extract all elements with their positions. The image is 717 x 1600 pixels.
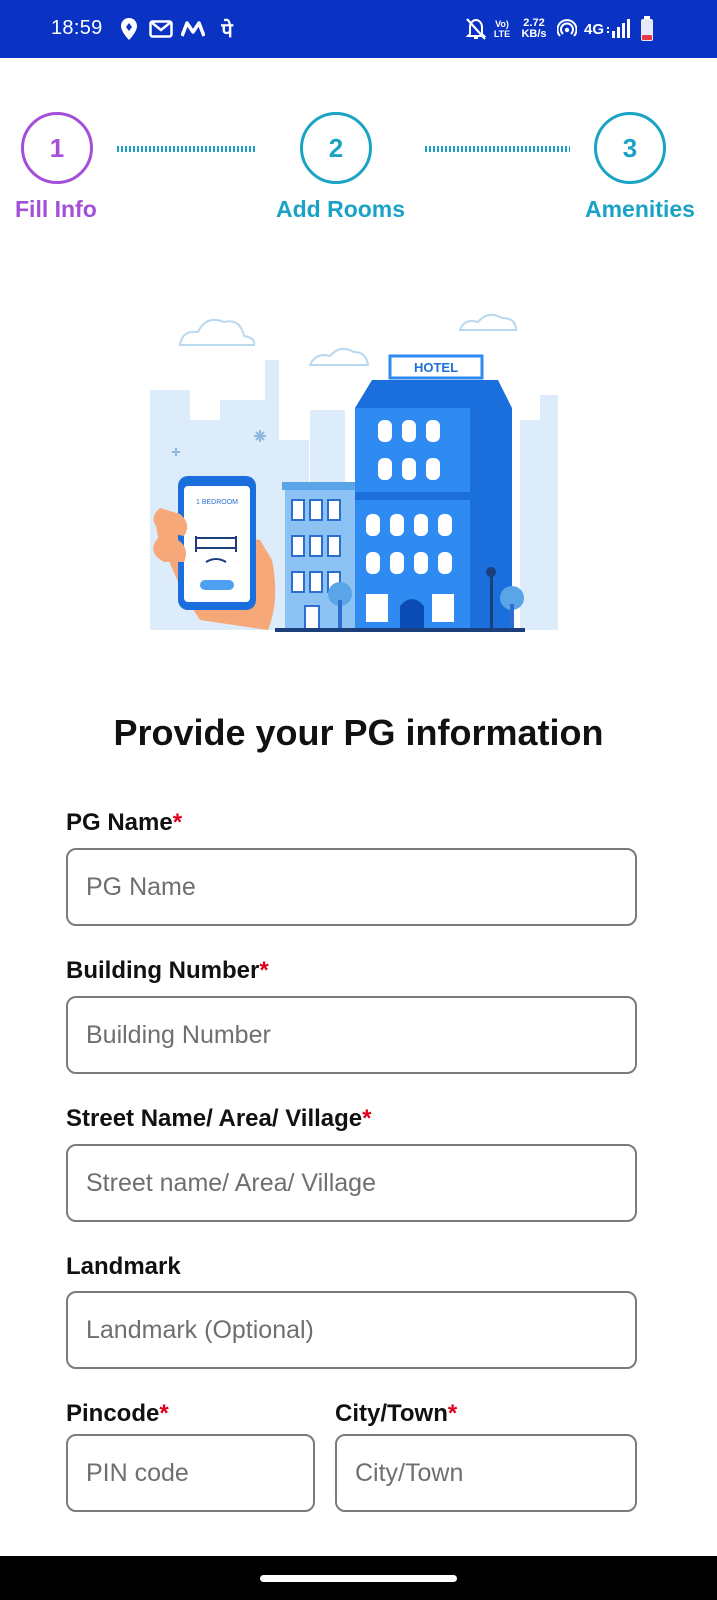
city-town-input[interactable] (335, 1434, 637, 1512)
navigation-bar (0, 1556, 717, 1600)
step-3-circle[interactable]: 3 (594, 112, 666, 184)
page-title: Provide your PG information (113, 712, 604, 753)
step-connector-1 (117, 146, 257, 152)
step-3-label[interactable]: Amenities (585, 196, 695, 223)
city-town-label: City/Town* (335, 1400, 458, 1427)
network-speed: 2.72 KB/s (521, 17, 547, 40)
network-type: 4G (583, 20, 604, 38)
building-number-input[interactable] (66, 996, 637, 1074)
hotspot-icon (556, 14, 578, 44)
battery-icon (638, 14, 656, 44)
landmark-input[interactable] (66, 1291, 637, 1369)
hotel-booking-illustration: HOTEL 1 BEDROOM (140, 300, 570, 645)
step-2-label[interactable]: Add Rooms (276, 196, 405, 223)
deva-app-icon: पे (221, 17, 233, 42)
street-name-input[interactable] (66, 1144, 637, 1222)
hotel-sign-text: HOTEL (414, 360, 458, 375)
street-name-label: Street Name/ Area/ Village* (66, 1105, 372, 1132)
m-app-icon (180, 14, 206, 44)
step-1-circle[interactable]: 1 (21, 112, 93, 184)
location-pin-icon (118, 14, 140, 44)
signal-icon (606, 14, 632, 44)
gmail-icon (148, 14, 174, 44)
phone-screen-text: 1 BEDROOM (196, 499, 238, 506)
volte-icon: Vo) LTE (493, 19, 511, 39)
pg-name-input[interactable] (66, 848, 637, 926)
home-gesture-handle[interactable] (260, 1575, 457, 1582)
pincode-input[interactable] (66, 1434, 315, 1512)
status-time: 18:59 (51, 17, 103, 39)
pg-name-label: PG Name* (66, 809, 183, 836)
status-bar: 18:59 पे Vo) LTE 2.72 KB/s 4G (0, 0, 717, 58)
landmark-label: Landmark (66, 1253, 181, 1280)
building-number-label: Building Number* (66, 957, 269, 984)
step-2-circle[interactable]: 2 (300, 112, 372, 184)
pincode-label: Pincode* (66, 1400, 169, 1427)
step-connector-2 (425, 146, 570, 152)
step-1-label[interactable]: Fill Info (15, 196, 97, 223)
mute-notification-icon (464, 14, 488, 44)
